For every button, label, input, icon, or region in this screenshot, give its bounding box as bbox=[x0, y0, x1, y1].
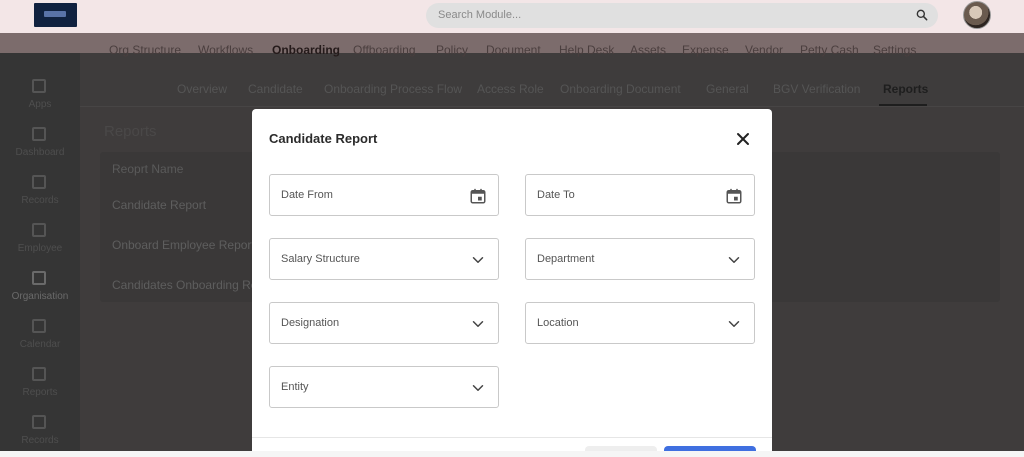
company-logo[interactable] bbox=[34, 3, 77, 27]
designation-placeholder: Designation bbox=[281, 317, 340, 329]
nav-document[interactable]: Document bbox=[486, 43, 541, 57]
sidebar-item-label: Reports bbox=[22, 387, 58, 398]
page-title: Reports bbox=[104, 123, 157, 140]
chevron-down-icon bbox=[728, 321, 740, 327]
chevron-down-icon bbox=[472, 257, 484, 263]
chevron-down-icon bbox=[472, 321, 484, 327]
tab-onboarding-process-flow[interactable]: Onboarding Process Flow bbox=[324, 82, 462, 96]
close-icon[interactable] bbox=[732, 128, 754, 150]
document-icon bbox=[32, 415, 46, 429]
nav-help-desk[interactable]: Help Desk bbox=[559, 43, 614, 57]
sidebar-item-label: Employee bbox=[17, 243, 63, 254]
sidebar-item-organisation[interactable]: Organisation bbox=[0, 271, 80, 319]
date-from-field[interactable]: Date From bbox=[269, 174, 499, 216]
tab-reports[interactable]: Reports bbox=[883, 82, 928, 96]
salary-structure-placeholder: Salary Structure bbox=[281, 253, 360, 265]
nav-settings[interactable]: Settings bbox=[873, 43, 916, 57]
sidebar-item-label: Records bbox=[21, 435, 59, 446]
tab-overview[interactable]: Overview bbox=[177, 82, 227, 96]
nav-assets[interactable]: Assets bbox=[630, 43, 666, 57]
chevron-down-icon bbox=[728, 257, 740, 263]
logo-mark bbox=[44, 11, 66, 17]
grid-icon bbox=[32, 79, 46, 93]
report-name-header: Reoprt Name bbox=[112, 162, 184, 176]
nav-org-structure[interactable]: Org Structure bbox=[109, 43, 181, 57]
sidebar-item-label: Dashboard bbox=[15, 147, 65, 158]
calendar-icon[interactable] bbox=[725, 187, 743, 205]
search-module-input[interactable]: Search Module... bbox=[426, 3, 938, 28]
date-to-field[interactable]: Date To bbox=[525, 174, 755, 216]
report-row-onboard-employee[interactable]: Onboard Employee Reports bbox=[112, 238, 261, 252]
sidebar-item-label: Calendar bbox=[19, 339, 61, 350]
tab-general[interactable]: General bbox=[706, 82, 749, 96]
people-icon bbox=[32, 223, 46, 237]
dashboard-icon bbox=[32, 127, 46, 141]
chevron-down-icon bbox=[472, 385, 484, 391]
sidebar-item-records[interactable]: Records bbox=[0, 175, 80, 223]
candidate-report-modal: Candidate Report Date From Date To Salar… bbox=[252, 109, 772, 457]
nav-onboarding[interactable]: Onboarding bbox=[272, 43, 340, 57]
sidebar-item-label: Apps bbox=[28, 99, 52, 110]
modal-title: Candidate Report bbox=[269, 131, 378, 146]
designation-select[interactable]: Designation bbox=[269, 302, 499, 344]
top-bar: Search Module... bbox=[0, 0, 1024, 33]
tab-candidate[interactable]: Candidate bbox=[248, 82, 303, 96]
calendar-icon bbox=[32, 319, 46, 333]
sidebar-item-dashboard[interactable]: Dashboard bbox=[0, 127, 80, 175]
chart-icon bbox=[32, 367, 46, 381]
calendar-icon[interactable] bbox=[469, 187, 487, 205]
search-placeholder: Search Module... bbox=[438, 9, 522, 21]
tab-access-role[interactable]: Access Role bbox=[477, 82, 544, 96]
user-avatar[interactable] bbox=[963, 1, 991, 29]
records-icon bbox=[32, 175, 46, 189]
nav-workflows[interactable]: Workflows bbox=[198, 43, 253, 57]
entity-select[interactable]: Entity bbox=[269, 366, 499, 408]
sidebar-item-reports[interactable]: Reports bbox=[0, 367, 80, 415]
nav-offboarding[interactable]: Offboarding bbox=[353, 43, 416, 57]
department-placeholder: Department bbox=[537, 253, 595, 265]
date-from-placeholder: Date From bbox=[281, 189, 333, 201]
building-icon bbox=[32, 271, 46, 285]
department-select[interactable]: Department bbox=[525, 238, 755, 280]
salary-structure-select[interactable]: Salary Structure bbox=[269, 238, 499, 280]
nav-vendor[interactable]: Vendor bbox=[745, 43, 783, 57]
browser-bottom-bar bbox=[0, 451, 1024, 457]
entity-placeholder: Entity bbox=[281, 381, 309, 393]
search-icon[interactable] bbox=[915, 8, 929, 22]
nav-policy[interactable]: Policy bbox=[436, 43, 468, 57]
sidebar-item-apps[interactable]: Apps bbox=[0, 79, 80, 127]
sidebar-item-label: Organisation bbox=[11, 291, 69, 302]
sidebar: Apps Dashboard Records Employee Organisa… bbox=[0, 53, 80, 457]
sidebar-item-calendar[interactable]: Calendar bbox=[0, 319, 80, 367]
report-row-candidate[interactable]: Candidate Report bbox=[112, 198, 206, 212]
location-select[interactable]: Location bbox=[525, 302, 755, 344]
nav-expense[interactable]: Expense bbox=[682, 43, 729, 57]
date-to-placeholder: Date To bbox=[537, 189, 575, 201]
main-nav: Org Structure Workflows Onboarding Offbo… bbox=[0, 33, 1024, 57]
report-row-candidates-onboarding[interactable]: Candidates Onboarding Rep bbox=[112, 278, 264, 292]
tab-onboarding-document[interactable]: Onboarding Document bbox=[560, 82, 681, 96]
nav-petty-cash[interactable]: Petty Cash bbox=[800, 43, 859, 57]
sidebar-item-label: Records bbox=[21, 195, 59, 206]
location-placeholder: Location bbox=[537, 317, 579, 329]
active-tab-indicator bbox=[879, 104, 927, 106]
tab-bgv-verification[interactable]: BGV Verification bbox=[773, 82, 860, 96]
sidebar-item-employee[interactable]: Employee bbox=[0, 223, 80, 271]
